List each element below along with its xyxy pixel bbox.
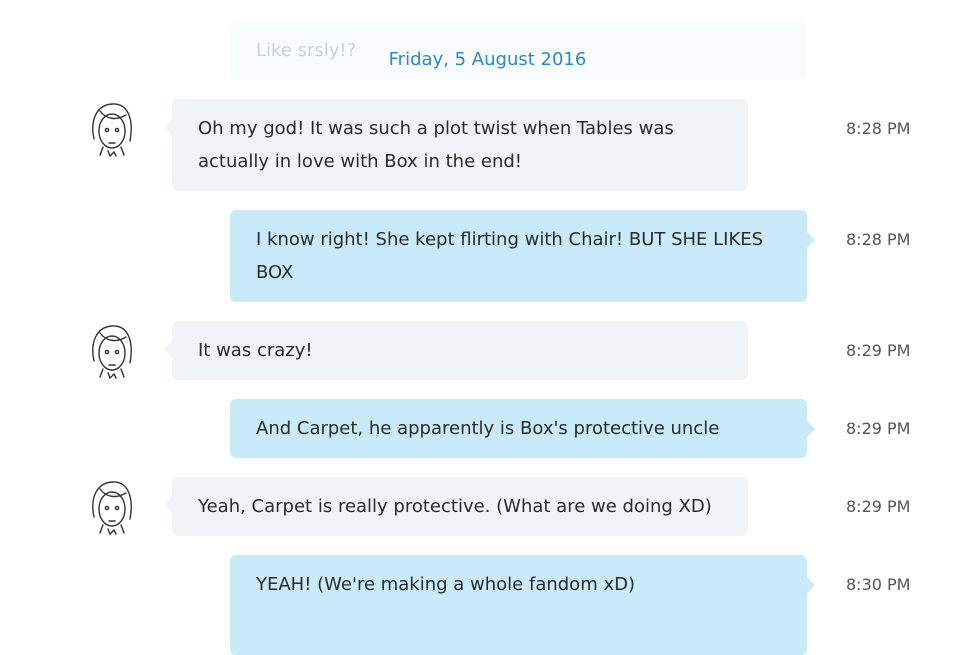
message-text: YEAH! (We're making a whole fandom xD) bbox=[256, 574, 635, 595]
message-timestamp: 8:29 PM bbox=[846, 419, 911, 438]
message-bubble-incoming[interactable]: Yeah, Carpet is really protective. (What… bbox=[164, 477, 748, 536]
message-text: It was crazy! bbox=[198, 340, 313, 361]
message-timestamp: 8:28 PM bbox=[846, 230, 911, 249]
message-text: Yeah, Carpet is really protective. (What… bbox=[198, 496, 712, 517]
message-bubble-incoming[interactable]: Oh my god! It was such a plot twist when… bbox=[164, 99, 748, 191]
date-separator: Friday, 5 August 2016 bbox=[388, 49, 587, 70]
message-text: And Carpet, he apparently is Box's prote… bbox=[256, 418, 720, 439]
message-timestamp: 8:30 PM bbox=[846, 575, 911, 594]
message-bubble-outgoing[interactable]: YEAH! (We're making a whole fandom xD) bbox=[230, 555, 815, 655]
message-timestamp: 8:29 PM bbox=[846, 341, 911, 360]
message-text: Oh my god! It was such a plot twist when… bbox=[198, 118, 674, 172]
contact-avatar-icon[interactable] bbox=[86, 321, 138, 383]
message-timestamp: 8:28 PM bbox=[846, 119, 911, 138]
message-timestamp: 8:29 PM bbox=[846, 497, 911, 516]
message-bubble-outgoing[interactable]: And Carpet, he apparently is Box's prote… bbox=[230, 399, 815, 458]
message-bubble-incoming[interactable]: It was crazy! bbox=[164, 321, 748, 380]
message-text: I know right! She kept flirting with Cha… bbox=[256, 229, 764, 283]
contact-avatar-icon[interactable] bbox=[86, 477, 138, 539]
contact-avatar-icon[interactable] bbox=[86, 99, 138, 161]
message-bubble-outgoing[interactable]: I know right! She kept flirting with Cha… bbox=[230, 210, 815, 302]
